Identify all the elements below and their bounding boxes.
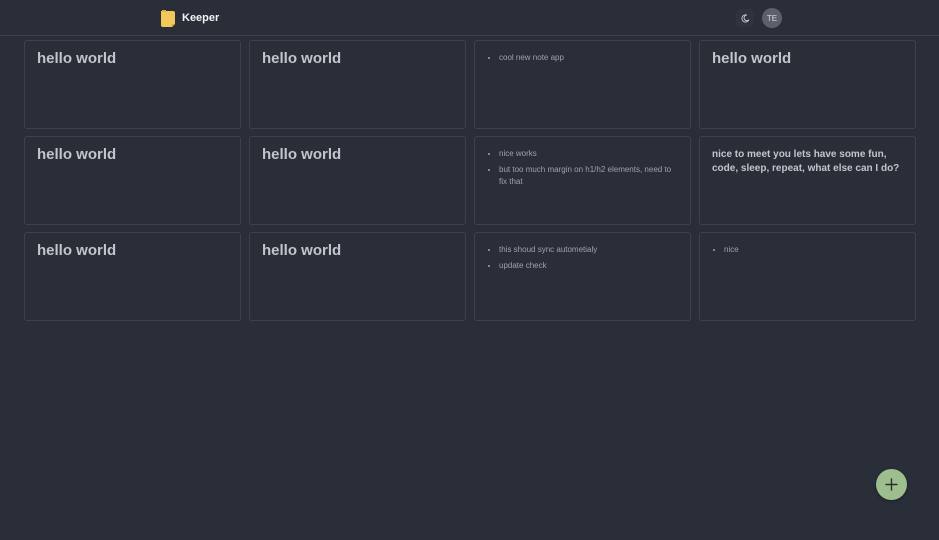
note-card[interactable]: hello world (249, 136, 466, 225)
note-heading: hello world (37, 242, 117, 259)
note-list-item: update check (499, 260, 678, 272)
note-card[interactable]: nice works but too much margin on h1/h2 e… (474, 136, 691, 225)
note-list-item: but too much margin on h1/h2 elements, n… (499, 164, 678, 188)
note-card[interactable]: hello world (24, 232, 241, 321)
note-card[interactable]: hello world (699, 40, 916, 129)
note-heading: hello world (37, 50, 117, 67)
note-list: cool new note app (487, 52, 678, 64)
note-list-item: cool new note app (499, 52, 678, 64)
note-heading: hello world (37, 146, 117, 163)
note-list-item: nice (724, 244, 903, 256)
note-card[interactable]: hello world (249, 40, 466, 129)
add-note-button[interactable] (876, 469, 907, 500)
user-avatar[interactable]: TE (762, 8, 782, 28)
note-card[interactable]: hello world (24, 40, 241, 129)
note-card[interactable]: nice to meet you lets have some fun, cod… (699, 136, 916, 225)
brand[interactable]: Keeper (159, 8, 219, 28)
note-heading: hello world (262, 146, 342, 163)
note-list: nice works but too much margin on h1/h2 e… (487, 148, 678, 188)
note-heading: hello world (262, 242, 342, 259)
note-list: nice (712, 244, 903, 256)
note-heading: hello world (262, 50, 342, 67)
plus-icon (885, 478, 898, 491)
note-heading: hello world (712, 50, 792, 67)
app-title: Keeper (182, 12, 220, 24)
note-card[interactable]: nice (699, 232, 916, 321)
note-card[interactable]: this shoud sync autometialy update check (474, 232, 691, 321)
note-list: this shoud sync autometialy update check (487, 244, 678, 272)
notes-grid: hello world hello world cool new note app h… (24, 40, 916, 321)
moon-icon (741, 13, 749, 22)
note-card[interactable]: hello world (249, 232, 466, 321)
note-list-item: this shoud sync autometialy (499, 244, 678, 256)
theme-toggle-button[interactable] (736, 9, 754, 27)
note-card[interactable]: hello world (24, 136, 241, 225)
note-list-item: nice works (499, 148, 678, 160)
note-paragraph: nice to meet you lets have some fun, cod… (712, 149, 900, 174)
top-bar: Keeper TE (0, 0, 939, 36)
sticky-note-icon (161, 9, 175, 27)
note-card[interactable]: cool new note app (474, 40, 691, 129)
